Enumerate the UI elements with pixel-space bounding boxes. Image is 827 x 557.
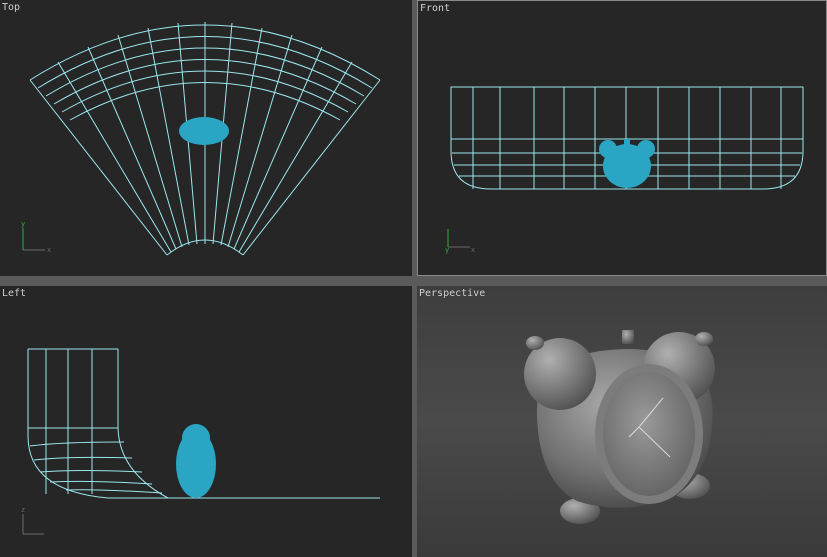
viewport-top[interactable]: Top y x xyxy=(0,0,412,276)
axis-x-label-top: x xyxy=(47,246,51,254)
axis-x-label-front: x xyxy=(471,246,475,254)
front-view-canvas: y x xyxy=(445,86,804,254)
axis-tripod-icon xyxy=(22,514,44,535)
viewport-left[interactable]: Left z xyxy=(0,286,412,557)
perspective-view-canvas xyxy=(417,286,827,557)
axis-z-label-left: z xyxy=(21,506,25,514)
viewport-label-front[interactable]: Front xyxy=(420,3,450,15)
viewport-front[interactable]: Front y x xyxy=(417,0,827,276)
clock-object-side xyxy=(176,424,216,498)
top-view-canvas: y x xyxy=(21,22,381,256)
viewport-label-top[interactable]: Top xyxy=(2,2,20,14)
axis-z-label-front: y xyxy=(445,246,449,254)
axis-tripod-icon xyxy=(22,228,45,251)
axis-tripod-icon xyxy=(447,229,470,248)
viewport-label-perspective[interactable]: Perspective xyxy=(419,288,485,300)
viewport-perspective[interactable]: Perspective xyxy=(417,286,827,557)
axis-y-label-top: y xyxy=(21,220,25,228)
clock-object-top xyxy=(179,117,229,145)
clock-object-front xyxy=(599,139,655,188)
left-view-canvas: z xyxy=(21,348,380,535)
viewport-label-left[interactable]: Left xyxy=(2,288,26,300)
